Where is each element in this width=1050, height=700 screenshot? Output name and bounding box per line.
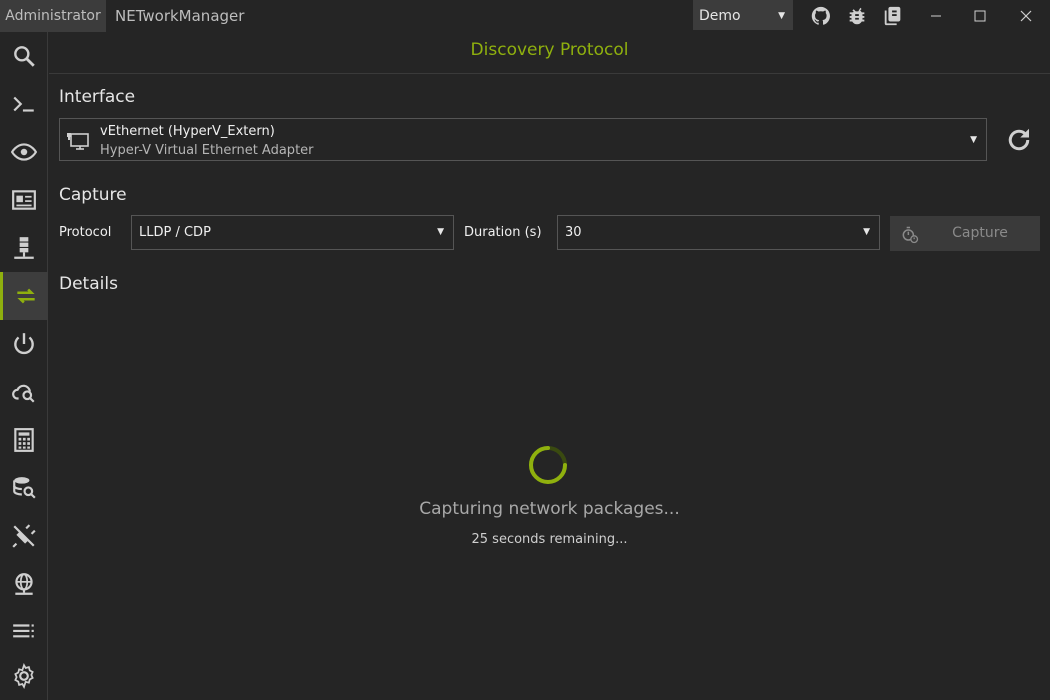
app-title: NETworkManager xyxy=(115,7,245,25)
sidebar-item-powershell[interactable] xyxy=(0,80,48,128)
search-icon xyxy=(14,46,35,67)
sidebar-item-connections[interactable] xyxy=(0,512,48,560)
sidebar-item-discovery-protocol[interactable] xyxy=(0,272,48,320)
administrator-badge: Administrator xyxy=(0,0,106,32)
capture-button-label: Capture xyxy=(952,225,1008,241)
progress-spinner xyxy=(527,444,569,486)
sidebar xyxy=(0,32,48,700)
interface-select[interactable]: vEthernet (HyperV_Extern) Hyper-V Virtua… xyxy=(59,118,987,161)
chevron-down-icon: ▼ xyxy=(970,134,977,145)
book-icon[interactable] xyxy=(882,5,904,27)
refresh-button[interactable] xyxy=(1004,125,1034,155)
protocol-value: LLDP / CDP xyxy=(139,225,211,240)
sidebar-item-wake-on-lan[interactable] xyxy=(0,320,48,368)
capture-heading: Capture xyxy=(59,185,127,205)
duration-value: 30 xyxy=(565,225,582,240)
duration-label: Duration (s) xyxy=(464,225,542,240)
profile-select[interactable]: Demo ▼ xyxy=(693,0,793,30)
sidebar-item-dns-lookup[interactable] xyxy=(0,464,48,512)
interface-heading: Interface xyxy=(59,87,136,107)
bug-icon[interactable] xyxy=(846,5,868,27)
sidebar-item-subnet-calculator[interactable] xyxy=(0,416,48,464)
sidebar-item-settings[interactable] xyxy=(0,652,48,700)
gear-icon xyxy=(14,663,34,689)
profile-select-value: Demo xyxy=(699,8,741,24)
protocol-select[interactable]: LLDP / CDP ▼ xyxy=(131,215,454,250)
maximize-button[interactable] xyxy=(957,0,1003,32)
eye-icon xyxy=(11,143,37,161)
title-bar: Administrator NETworkManager Demo ▼ xyxy=(0,0,1050,32)
capture-button[interactable]: Capture xyxy=(890,216,1040,251)
chevron-down-icon: ▼ xyxy=(778,11,785,21)
web-icon xyxy=(15,573,33,595)
refresh-icon xyxy=(1008,128,1030,151)
ethernet-icon xyxy=(66,129,90,153)
sidebar-item-dashboard[interactable] xyxy=(0,176,48,224)
github-icon[interactable] xyxy=(810,5,832,27)
sidebar-item-lookup[interactable] xyxy=(0,224,48,272)
news-card-icon xyxy=(12,190,36,210)
plug-off-icon xyxy=(12,524,36,548)
calculator-icon xyxy=(14,428,34,452)
page-title: Discovery Protocol xyxy=(470,40,629,60)
swap-arrows-icon xyxy=(16,288,35,304)
details-heading: Details xyxy=(59,274,118,294)
power-icon xyxy=(14,333,34,355)
sidebar-item-search[interactable] xyxy=(0,32,48,80)
protocol-label: Protocol xyxy=(59,225,112,240)
sidebar-item-whois[interactable] xyxy=(0,368,48,416)
chevron-down-icon: ▼ xyxy=(863,227,870,237)
terminal-icon xyxy=(13,96,34,112)
main-panel: Discovery Protocol Interface vEthernet (… xyxy=(49,32,1050,700)
sidebar-item-listeners[interactable] xyxy=(0,608,48,656)
minimize-button[interactable] xyxy=(913,0,959,32)
remaining-time: 25 seconds remaining... xyxy=(471,532,628,547)
database-search-icon xyxy=(13,477,36,499)
cloud-search-icon xyxy=(12,384,35,403)
header-divider xyxy=(49,73,1050,74)
status-message: Capturing network packages... xyxy=(419,499,680,519)
chevron-down-icon: ▼ xyxy=(437,227,444,237)
list-icon xyxy=(13,624,34,638)
sidebar-item-network-interface[interactable] xyxy=(0,128,48,176)
interface-name: vEthernet (HyperV_Extern) xyxy=(100,124,275,139)
server-network-icon xyxy=(14,237,34,259)
duration-select[interactable]: 30 ▼ xyxy=(557,215,880,250)
interface-description: Hyper-V Virtual Ethernet Adapter xyxy=(100,143,314,158)
sidebar-item-web-console[interactable] xyxy=(0,560,48,608)
close-button[interactable] xyxy=(1003,0,1049,32)
